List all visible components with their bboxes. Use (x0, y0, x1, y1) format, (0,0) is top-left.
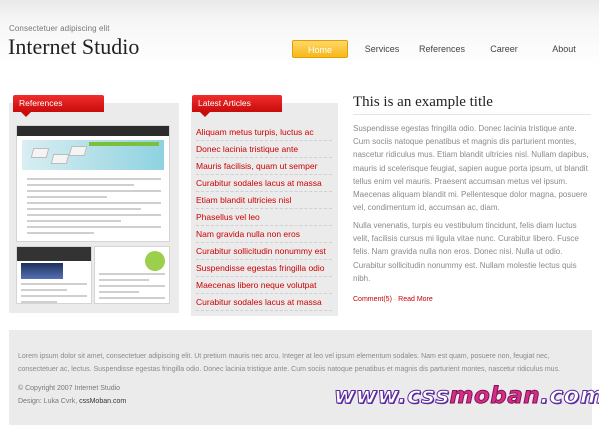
thumbnail-circle-graphic (145, 251, 165, 271)
design-credit: Design: Luka Cvrk, cssMoban.com (18, 398, 126, 405)
articles-list: Aliquam metus turpis, luctus ac Donec la… (196, 124, 332, 311)
footer: Lorem ipsum dolor sit amet, consectetuer… (9, 330, 592, 425)
nav-home[interactable]: Home (292, 40, 348, 58)
design-credit-label: Design: Luka Cvrk, (18, 398, 80, 405)
reference-thumbnail-small[interactable] (94, 246, 170, 304)
link-separator: · (393, 296, 397, 303)
articles-tab: Latest Articles (192, 95, 282, 117)
nav-references[interactable]: References (414, 40, 470, 58)
article-link[interactable]: Phasellus vel leo (196, 209, 332, 226)
nav-career[interactable]: Career (476, 40, 532, 58)
thumbnail-header-bar (17, 247, 91, 261)
article-link[interactable]: Curabitur sodales lacus at massa (196, 294, 332, 311)
article-paragraph: Suspendisse egestas fringilla odio. Done… (353, 124, 589, 213)
article-link[interactable]: Etiam blandit ultricies nisl (196, 192, 332, 209)
article-link[interactable]: Mauris facilisis, quam ut semper (196, 158, 332, 175)
watermark-part: .com (540, 383, 599, 410)
article-link[interactable]: Curabitur sodales lacus at massa (196, 175, 332, 192)
comments-link[interactable]: Comment(5) (353, 296, 392, 303)
article-link[interactable]: Nam gravida nulla non eros (196, 226, 332, 243)
copyright: © Copyright 2007 Internet Studio (18, 385, 121, 392)
article-links: Comment(5) · Read More (353, 296, 433, 303)
nav-services[interactable]: Services (354, 40, 410, 58)
references-tab: References (13, 95, 104, 117)
thumbnail-green-bar (89, 142, 159, 146)
thumbnail-banner (21, 263, 63, 279)
design-credit-link[interactable]: cssMoban.com (79, 398, 126, 405)
article-title: This is an example title (353, 94, 493, 110)
thumbnail-header-bar (17, 126, 169, 136)
cube-shape (50, 154, 70, 164)
cube-shape (68, 146, 88, 156)
site-tagline: Consectetuer adipiscing elit (9, 24, 110, 33)
thumbnail-text-lines (21, 283, 87, 303)
watermark-logo: www.cssmoban.com (334, 383, 599, 410)
article-link[interactable]: Maecenas libero neque volutpat (196, 277, 332, 294)
read-more-link[interactable]: Read More (398, 296, 433, 303)
article-link[interactable]: Donec lacinia tristique ante (196, 141, 332, 158)
site-logo[interactable]: Internet Studio (8, 34, 139, 60)
reference-thumbnail-large[interactable] (16, 125, 170, 242)
article-link[interactable]: Curabitur sollicitudin nonummy est (196, 243, 332, 260)
nav-about[interactable]: About (536, 40, 592, 58)
thumbnail-text-lines (99, 273, 165, 303)
cube-shape (30, 148, 50, 158)
title-divider (353, 114, 591, 115)
footer-text: Lorem ipsum dolor sit amet, consectetuer… (18, 353, 561, 373)
article-link[interactable]: Suspendisse egestas fringilla odio (196, 260, 332, 277)
article-paragraph: Nulla venenatis, turpis eu vestibulum ti… (353, 221, 579, 283)
article-link[interactable]: Aliquam metus turpis, luctus ac (196, 124, 332, 141)
watermark-part: www.css (334, 383, 450, 410)
watermark-part: moban (449, 383, 541, 410)
reference-thumbnail-small[interactable] (16, 246, 92, 304)
thumbnail-text-lines (27, 178, 161, 238)
